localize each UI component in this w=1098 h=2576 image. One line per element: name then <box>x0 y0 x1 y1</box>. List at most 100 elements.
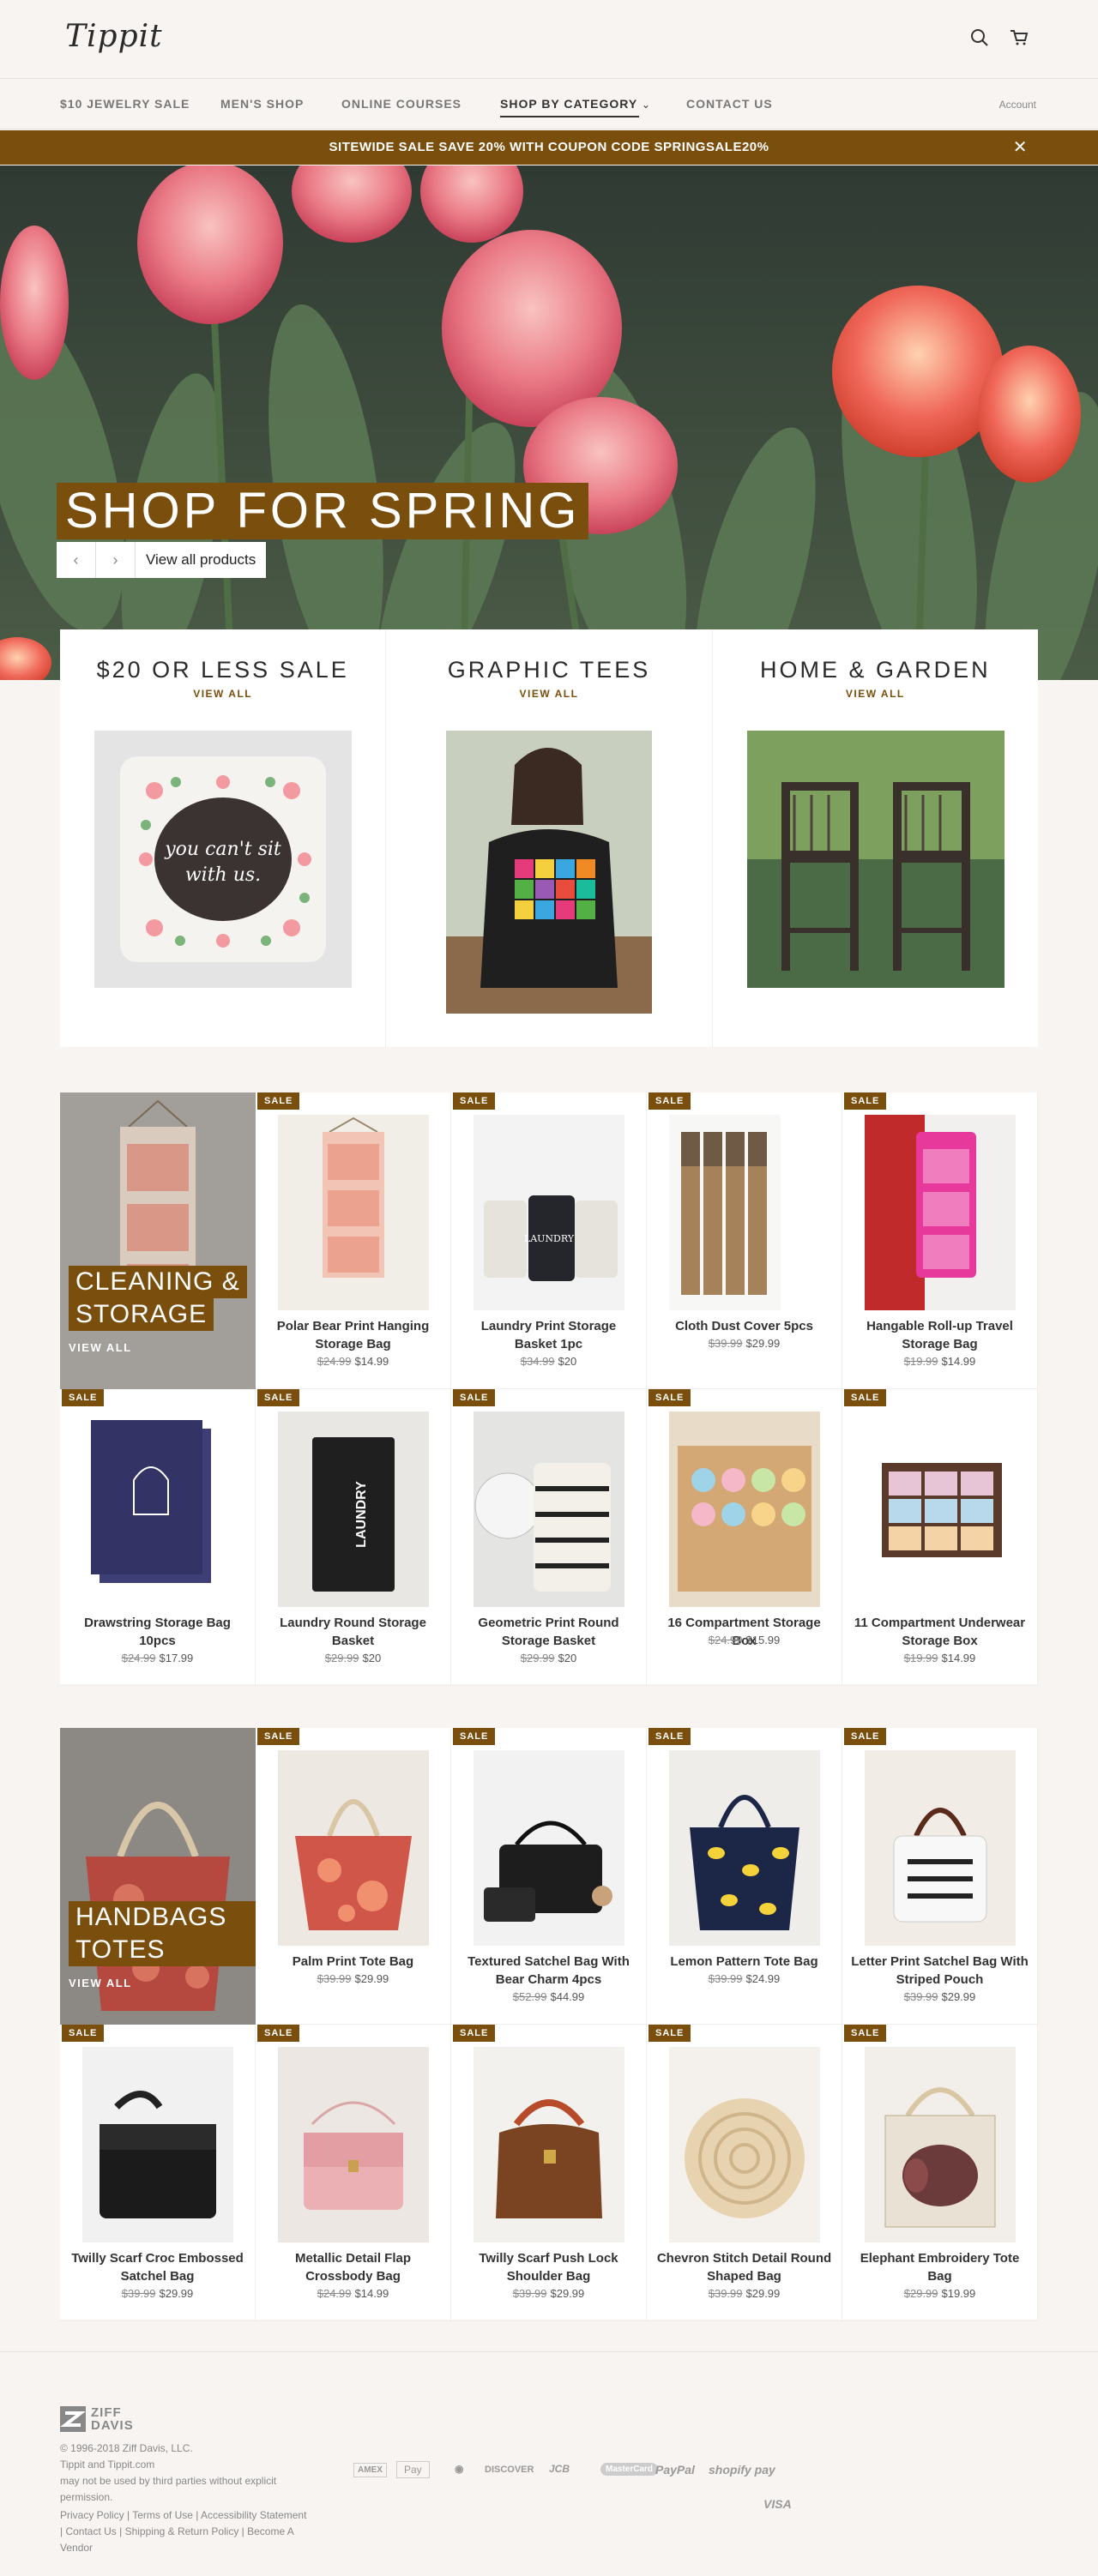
category-card-home-garden[interactable]: HOME & GARDEN VIEW ALL <box>713 629 1038 1047</box>
product-name[interactable]: Geometric Print Round Storage Basket <box>460 1614 637 1650</box>
product-card[interactable]: SALE Palm Print Tote Bag $39.99 $29.99 <box>256 1728 451 2025</box>
view-all-link[interactable]: VIEW ALL <box>386 688 711 700</box>
product-card[interactable]: SALE Metallic Detail Flap Crossbody Bag $2… <box>256 2025 451 2321</box>
product-card[interactable]: SALE Twilly Scarf Croc Embossed Satchel B… <box>60 2025 256 2321</box>
brand-top: ZIFF <box>91 2405 122 2420</box>
product-image[interactable] <box>669 1115 820 1310</box>
product-image[interactable] <box>669 1750 820 1946</box>
product-card[interactable]: SALE Elephant Embroidery Tote Bag $29.99 $1… <box>842 2025 1038 2321</box>
product-card[interactable]: SALE Chevron Stitch Detail Round Shaped B… <box>647 2025 842 2321</box>
product-card[interactable]: SALE Cloth Dust Cover 5pcs $39.99 $29.99 <box>647 1092 842 1389</box>
nav-shop-by-category[interactable]: SHOP BY CATEGORY ⌄ <box>500 97 651 117</box>
product-card[interactable]: SALE Letter Print Satchel Bag With Stripe… <box>842 1728 1038 2025</box>
product-name[interactable]: Twilly Scarf Croc Embossed Satchel Bag <box>69 2249 246 2285</box>
logo[interactable]: Tippit <box>65 19 163 54</box>
sale-badge: SALE <box>844 1092 887 1110</box>
product-name[interactable]: Cloth Dust Cover 5pcs <box>655 1317 833 1335</box>
sale-badge: SALE <box>649 1389 691 1406</box>
product-name[interactable]: 11 Compartment Underwear Storage Box <box>851 1614 1029 1650</box>
product-price: $39.99 $29.99 <box>256 1972 450 1985</box>
product-name[interactable]: Chevron Stitch Detail Round Shaped Bag <box>655 2249 833 2285</box>
product-image[interactable] <box>82 1411 233 1607</box>
sale-badge: SALE <box>844 2025 887 2042</box>
sale-price: $14.99 <box>354 1355 389 1368</box>
product-image[interactable] <box>278 2047 429 2242</box>
product-name[interactable]: Lemon Pattern Tote Bag <box>655 1953 833 1971</box>
nav-online-courses[interactable]: ONLINE COURSES <box>341 97 462 111</box>
product-image[interactable] <box>865 2047 1016 2242</box>
product-card[interactable]: LAUNDRY SALE Laundry Print Storage Basket … <box>451 1092 647 1389</box>
category-card-20-or-less[interactable]: $20 OR LESS SALE VIEW ALL you can't sit … <box>60 629 387 1047</box>
copyright: © 1996-2018 Ziff Davis, LLC. <box>60 2442 193 2454</box>
cart-icon[interactable] <box>1009 27 1029 48</box>
view-all-link[interactable]: VIEW ALL <box>713 688 1038 700</box>
view-all-link[interactable]: VIEW ALL <box>69 1977 132 1989</box>
product-image[interactable]: LAUNDRY <box>474 1115 624 1310</box>
next-arrow-icon[interactable]: › <box>96 542 136 578</box>
product-image[interactable] <box>278 1115 429 1310</box>
product-image[interactable] <box>865 1750 1016 1946</box>
product-name[interactable]: Twilly Scarf Push Lock Shoulder Bag <box>460 2249 637 2285</box>
product-price: $39.99 $29.99 <box>647 2287 842 2300</box>
product-name[interactable]: Laundry Print Storage Basket 1pc <box>460 1317 637 1353</box>
original-price: $34.99 <box>520 1355 555 1368</box>
prev-arrow-icon[interactable]: ‹ <box>57 542 96 578</box>
product-price: $39.99 $29.99 <box>451 2287 646 2300</box>
announcement-bar: SITEWIDE SALE SAVE 20% WITH COUPON CODE … <box>0 130 1098 165</box>
product-name[interactable]: Palm Print Tote Bag <box>264 1953 442 1971</box>
main-nav: $10 JEWELRY SALE MEN'S SHOP ONLINE COURS… <box>0 80 1098 129</box>
product-image[interactable] <box>669 1411 820 1607</box>
product-name[interactable]: Hangable Roll-up Travel Storage Bag <box>851 1317 1029 1353</box>
product-card[interactable]: SALE Polar Bear Print Hanging Storage Bag… <box>256 1092 451 1389</box>
product-card[interactable]: SALE Drawstring Storage Bag 10pcs $24.99 $1… <box>60 1389 256 1686</box>
product-image[interactable] <box>474 1750 624 1946</box>
product-name[interactable]: Polar Bear Print Hanging Storage Bag <box>264 1317 442 1353</box>
product-image[interactable] <box>865 1411 1016 1607</box>
nav-mens-shop[interactable]: MEN'S SHOP <box>220 97 304 111</box>
product-image[interactable] <box>865 1115 1016 1310</box>
product-image[interactable] <box>82 2047 233 2242</box>
collection-feature-handbags-totes[interactable]: HANDBAGS & TOTES VIEW ALL <box>60 1728 256 2025</box>
product-name[interactable]: Metallic Detail Flap Crossbody Bag <box>264 2249 442 2285</box>
sale-badge: SALE <box>649 1728 691 1745</box>
account-link[interactable]: Account <box>999 99 1036 111</box>
collection-feature-cleaning-storage[interactable]: CLEANING & STORAGE VIEW ALL <box>60 1092 256 1389</box>
product-image[interactable] <box>474 1411 624 1607</box>
chevron-down-icon: ⌄ <box>641 99 651 111</box>
product-price: $24.99 $14.99 <box>256 2287 450 2300</box>
original-price: $39.99 <box>903 1990 938 2003</box>
product-image[interactable]: LAUNDRY <box>278 1411 429 1607</box>
product-price: $19.99 $14.99 <box>842 1652 1037 1664</box>
product-card[interactable]: LAUNDRY SALE Laundry Round Storage Basket $… <box>256 1389 451 1686</box>
view-all-link[interactable]: VIEW ALL <box>60 688 385 700</box>
nav-contact-us[interactable]: CONTACT US <box>686 97 773 111</box>
svg-text:LAUNDRY: LAUNDRY <box>524 1233 575 1244</box>
product-name[interactable]: Laundry Round Storage Basket <box>264 1614 442 1650</box>
product-name[interactable]: Letter Print Satchel Bag With Striped Po… <box>851 1953 1029 1989</box>
product-card[interactable]: SALE Hangable Roll-up Travel Storage Bag $… <box>842 1092 1038 1389</box>
product-image[interactable] <box>474 2047 624 2242</box>
product-card[interactable]: SALE Lemon Pattern Tote Bag $39.99 $24.99 <box>647 1728 842 2025</box>
product-card[interactable]: SALE 16 Compartment Storage Box $24.99 $15.… <box>647 1389 842 1686</box>
sale-price: $17.99 <box>159 1652 194 1664</box>
product-card[interactable]: SALE Twilly Scarf Push Lock Shoulder Bag $… <box>451 2025 647 2321</box>
product-name[interactable]: Drawstring Storage Bag 10pcs <box>69 1614 246 1650</box>
view-all-products-button[interactable]: View all products <box>136 542 266 578</box>
close-icon[interactable]: ✕ <box>1013 130 1028 165</box>
product-image[interactable] <box>278 1750 429 1946</box>
product-name[interactable]: Elephant Embroidery Tote Bag <box>851 2249 1029 2285</box>
sale-badge: SALE <box>62 2025 105 2042</box>
product-card[interactable]: SALE Textured Satchel Bag With Bear Charm… <box>451 1728 647 2025</box>
product-card[interactable]: SALE Geometric Print Round Storage Basket… <box>451 1389 647 1686</box>
product-card[interactable]: SALE 11 Compartment Underwear Storage Box… <box>842 1389 1038 1686</box>
product-name[interactable]: Textured Satchel Bag With Bear Charm 4pc… <box>460 1953 637 1989</box>
sale-price: $19.99 <box>941 2287 976 2300</box>
search-icon[interactable] <box>969 27 990 48</box>
product-image[interactable] <box>669 2047 820 2242</box>
category-card-graphic-tees[interactable]: GRAPHIC TEES VIEW ALL <box>386 629 713 1047</box>
hero-slideshow <box>0 166 1098 680</box>
view-all-link[interactable]: VIEW ALL <box>69 1341 132 1354</box>
footer-links[interactable]: Privacy Policy | Terms of Use | Accessib… <box>60 2507 309 2556</box>
original-price: $39.99 <box>121 2287 156 2300</box>
nav-jewelry-sale[interactable]: $10 JEWELRY SALE <box>60 97 190 111</box>
